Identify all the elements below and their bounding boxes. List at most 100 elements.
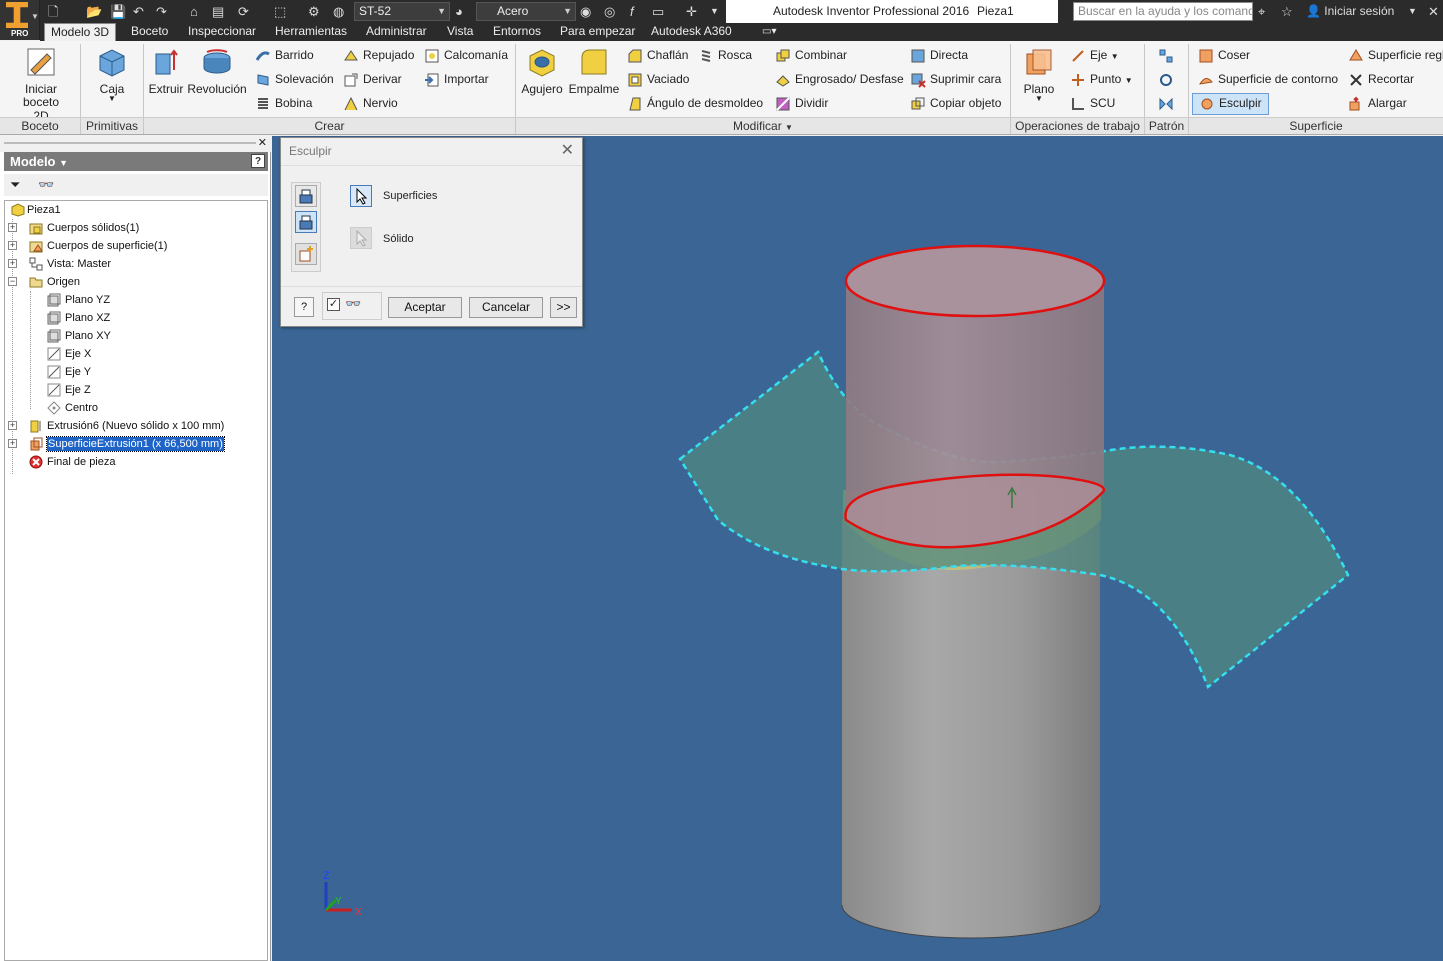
select-icon[interactable]: ⬚ <box>274 3 286 20</box>
appearance-icon[interactable]: ◕ <box>455 3 463 20</box>
filter-icon[interactable]: ⏷ <box>10 177 20 193</box>
browser-close-icon[interactable]: ✕ <box>258 136 267 149</box>
rosca-button[interactable]: Rosca <box>698 48 752 64</box>
solevacion-button[interactable]: Solevación <box>255 72 334 88</box>
importar-button[interactable]: Importar <box>424 72 489 88</box>
more-options-button[interactable]: >> <box>550 297 577 318</box>
coser-button[interactable]: Coser <box>1198 48 1250 64</box>
customize-icon[interactable]: ▼ <box>710 3 719 20</box>
ruler-icon[interactable]: ▭ <box>652 3 664 20</box>
plano-button[interactable]: Plano ▼ <box>1018 46 1060 103</box>
binoculars-icon[interactable]: ⌖ <box>1258 3 1265 20</box>
undo-icon[interactable]: ↶ <box>133 3 144 20</box>
panel-modificar[interactable]: Modificar ▼ <box>516 117 1010 134</box>
esculpir-button[interactable]: Esculpir <box>1192 93 1269 115</box>
fx-icon[interactable]: f <box>630 3 634 20</box>
expand-icon[interactable]: + <box>8 439 17 448</box>
scu-button[interactable]: SCU <box>1070 96 1115 112</box>
dividir-button[interactable]: Dividir <box>775 96 828 112</box>
aceptar-button[interactable]: Aceptar <box>388 297 462 318</box>
expand-icon[interactable]: + <box>8 241 17 250</box>
plus-icon[interactable]: ✛ <box>686 3 697 20</box>
vaciado-button[interactable]: Vaciado <box>627 72 689 88</box>
tab-vista[interactable]: Vista <box>447 23 473 41</box>
suprimir-cara-button[interactable]: Suprimir cara <box>910 72 1001 88</box>
app-logo[interactable]: PRO ▼ <box>0 0 40 40</box>
nervio-button[interactable]: Nervio <box>343 96 398 112</box>
tab-entornos[interactable]: Entornos <box>493 23 541 41</box>
star-icon[interactable]: ☆ <box>1281 3 1293 20</box>
material-select[interactable]: ST-52 ▼ <box>354 2 450 21</box>
tab-herramientas[interactable]: Herramientas <box>275 23 347 41</box>
calcomania-button[interactable]: Calcomanía <box>424 48 508 64</box>
derivar-button[interactable]: Derivar <box>343 72 402 88</box>
repujado-button[interactable]: Repujado <box>343 48 414 64</box>
update-icon[interactable]: ⟳ <box>238 3 249 20</box>
remove-operation-button[interactable] <box>295 211 317 233</box>
tab-autodesk-a360[interactable]: Autodesk A360 <box>651 23 732 41</box>
signin-dropdown-icon[interactable]: ▼ <box>1408 3 1417 20</box>
engrosado-button[interactable]: Engrosado/ Desfase <box>775 72 904 88</box>
appearance-value: Acero <box>497 4 529 18</box>
collapse-icon[interactable]: − <box>8 277 17 286</box>
superficie-contorno-button[interactable]: Superficie de contorno <box>1198 72 1338 88</box>
properties-icon[interactable]: ▤ <box>212 3 224 20</box>
circular-pattern-button[interactable] <box>1158 72 1178 88</box>
mirror-button[interactable] <box>1158 96 1178 112</box>
expand-icon[interactable]: + <box>8 223 17 232</box>
appearance-override-icon[interactable]: ◉ <box>580 3 591 20</box>
dialog-close-icon[interactable]: ✕ <box>561 140 574 160</box>
superficie-reglada-button[interactable]: Superficie reglada <box>1348 48 1443 64</box>
ribbon-toggle-icon[interactable]: ▭▾ <box>762 23 776 41</box>
color-wheel-icon[interactable]: ◍ <box>333 3 344 20</box>
expand-icon[interactable]: + <box>8 421 17 430</box>
angulo-desmoldeo-button[interactable]: Ángulo de desmoldeo <box>627 96 763 112</box>
alargar-button[interactable]: Alargar <box>1348 96 1407 112</box>
measure-icon[interactable]: ⚙ <box>308 3 320 20</box>
iniciar-boceto-button[interactable]: Iniciar boceto 2D <box>14 46 68 123</box>
superficies-select-button[interactable] <box>350 185 372 207</box>
help-icon[interactable]: ? <box>251 154 265 168</box>
extruir-button[interactable]: Extruir <box>146 46 186 96</box>
revolucion-button[interactable]: Revolución <box>186 46 248 96</box>
chaflan-button[interactable]: Chaflán <box>627 48 688 64</box>
directa-button[interactable]: Directa <box>910 48 968 64</box>
tab-boceto[interactable]: Boceto <box>131 23 168 41</box>
solido-select-button[interactable] <box>350 227 372 249</box>
expand-icon[interactable]: + <box>8 259 17 268</box>
home-icon[interactable]: ⌂ <box>190 3 198 20</box>
help-search-input[interactable]: Buscar en la ayuda y los comandos <box>1073 2 1253 21</box>
new-icon[interactable]: 🗋 <box>48 3 58 20</box>
combinar-button[interactable]: Combinar <box>775 48 847 64</box>
agujero-button[interactable]: Agujero <box>520 46 564 96</box>
tab-modelo-3d[interactable]: Modelo 3D <box>44 23 117 41</box>
caja-button[interactable]: Caja ▼ <box>92 46 132 103</box>
save-icon[interactable]: 💾 <box>110 3 126 20</box>
clear-appearance-icon[interactable]: ◎ <box>604 3 615 20</box>
point-icon <box>1072 74 1084 86</box>
cancelar-button[interactable]: Cancelar <box>469 297 543 318</box>
dialog-help-button[interactable]: ? <box>294 297 314 317</box>
rectangular-pattern-button[interactable] <box>1158 48 1178 64</box>
tab-inspeccionar[interactable]: Inspeccionar <box>188 23 256 41</box>
new-solid-button[interactable] <box>295 243 317 265</box>
cylinder-top-edge[interactable] <box>844 244 1106 318</box>
tab-administrar[interactable]: Administrar <box>366 23 427 41</box>
add-operation-button[interactable] <box>295 185 317 207</box>
empalme-button[interactable]: Empalme <box>567 46 621 96</box>
appearance-select[interactable]: Acero ▼ <box>476 2 576 21</box>
bobina-button[interactable]: Bobina <box>255 96 312 112</box>
preview-checkbox[interactable]: ✓ <box>327 298 340 311</box>
tab-para-empezar[interactable]: Para empezar <box>560 23 635 41</box>
eje-button[interactable]: Eje ▼ <box>1070 48 1119 64</box>
copiar-objeto-button[interactable]: Copiar objeto <box>910 96 1001 112</box>
open-icon[interactable]: 📂 <box>86 3 102 20</box>
punto-button[interactable]: Punto ▼ <box>1070 72 1133 88</box>
barrido-button[interactable]: Barrido <box>255 48 314 64</box>
model-browser-header[interactable]: Modelo ▼ ? <box>4 152 268 171</box>
signin-button[interactable]: 👤 Iniciar sesión <box>1306 3 1394 20</box>
close-icon[interactable]: ✕ <box>1428 3 1439 20</box>
recortar-button[interactable]: Recortar <box>1348 72 1414 88</box>
redo-icon[interactable]: ↷ <box>156 3 167 20</box>
find-binoculars-icon[interactable]: 👓 <box>38 177 54 193</box>
